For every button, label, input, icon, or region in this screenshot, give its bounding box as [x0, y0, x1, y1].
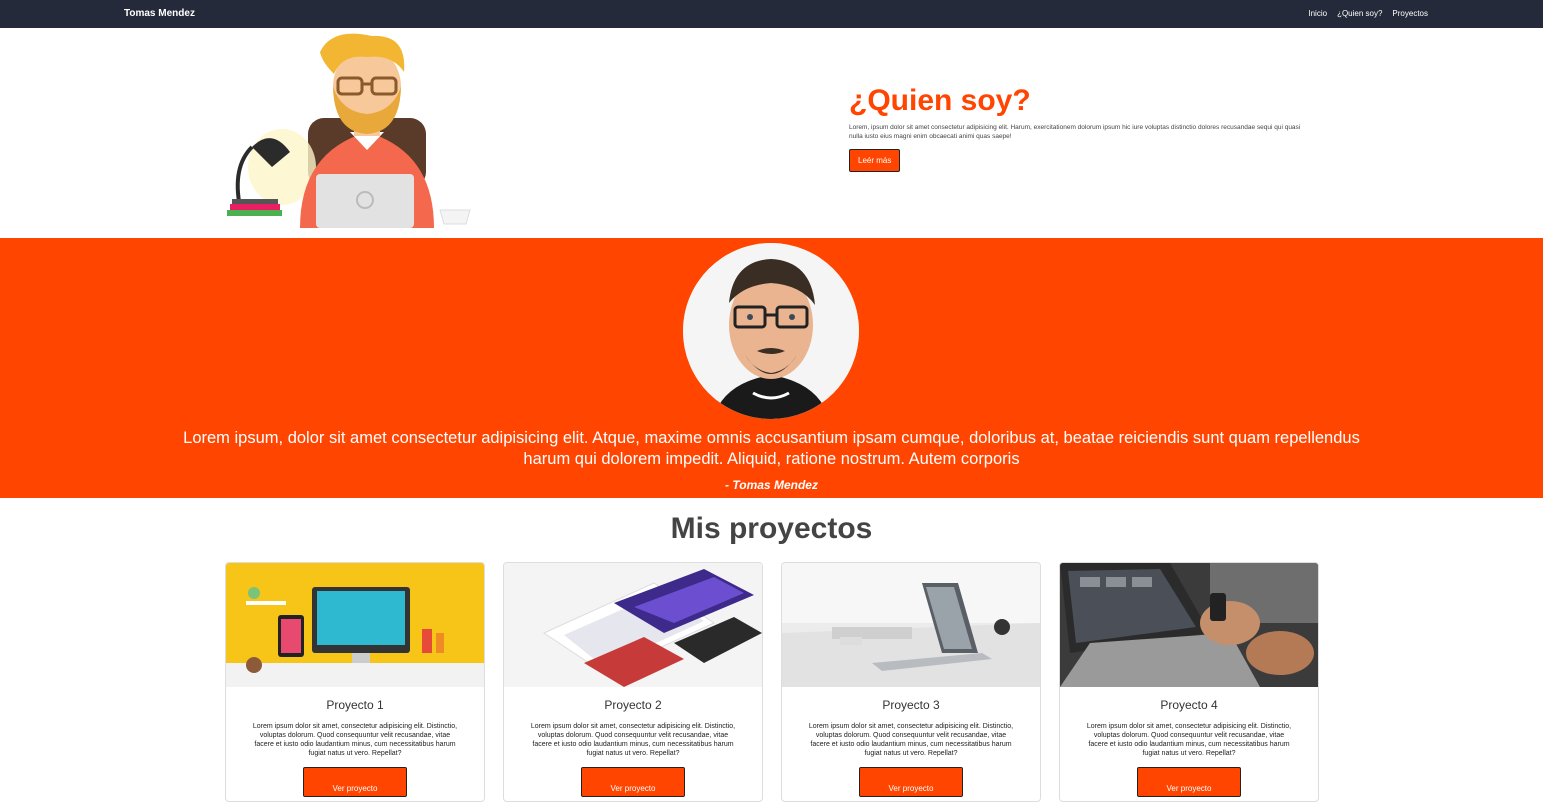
- avatar: [683, 243, 859, 419]
- about-description: Lorem, ipsum dolor sit amet consectetur …: [849, 124, 1301, 140]
- project-description: Lorem ipsum dolor sit amet, consectetur …: [252, 723, 458, 757]
- read-more-button[interactable]: Leér más: [849, 149, 901, 172]
- about-text: ¿Quien soy? Lorem, ipsum dolor sit amet …: [849, 83, 1319, 172]
- project-card: Proyecto 2 Lorem ipsum dolor sit amet, c…: [503, 562, 763, 802]
- project-image: [1060, 563, 1318, 687]
- quote-section: Lorem ipsum, dolor sit amet consectetur …: [0, 238, 1543, 498]
- about-section: ¿Quien soy? Lorem, ipsum dolor sit amet …: [0, 28, 1543, 238]
- view-project-button[interactable]: Ver proyecto: [859, 767, 963, 797]
- view-project-button[interactable]: Ver proyecto: [303, 767, 407, 797]
- projects-title: Mis proyectos: [670, 512, 873, 545]
- project-description: Lorem ipsum dolor sit amet, consectetur …: [530, 723, 736, 757]
- project-title: Proyecto 4: [1160, 698, 1218, 712]
- project-title: Proyecto 2: [604, 698, 662, 712]
- project-card: Proyecto 1 Lorem ipsum dolor sit amet, c…: [225, 562, 485, 802]
- nav-link-quien-soy[interactable]: ¿Quien soy?: [1337, 9, 1382, 18]
- nav-link-inicio[interactable]: Inicio: [1308, 9, 1327, 18]
- avatar-portrait: [683, 243, 859, 419]
- developer-illustration: [222, 32, 476, 228]
- navbar: Tomas Mendez Inicio ¿Quien soy? Proyecto…: [0, 0, 1543, 28]
- view-project-button[interactable]: Ver proyecto: [581, 767, 685, 797]
- quote-author: - Tomas Mendez: [725, 478, 818, 492]
- project-description: Lorem ipsum dolor sit amet, consectetur …: [808, 723, 1014, 757]
- brand-link[interactable]: Tomas Mendez: [124, 8, 195, 19]
- nav-link-proyectos[interactable]: Proyectos: [1392, 9, 1428, 18]
- project-title: Proyecto 3: [882, 698, 940, 712]
- project-card: Proyecto 4 Lorem ipsum dolor sit amet, c…: [1059, 562, 1319, 802]
- about-title: ¿Quien soy?: [849, 84, 1031, 117]
- project-title: Proyecto 1: [326, 698, 384, 712]
- project-description: Lorem ipsum dolor sit amet, consectetur …: [1086, 723, 1292, 757]
- view-project-button[interactable]: Ver proyecto: [1137, 767, 1241, 797]
- project-image: [504, 563, 762, 687]
- project-image: [782, 563, 1040, 687]
- project-cards: Proyecto 1 Lorem ipsum dolor sit amet, c…: [225, 562, 1319, 802]
- nav-links: Inicio ¿Quien soy? Proyectos: [1308, 9, 1428, 18]
- quote-text: Lorem ipsum, dolor sit amet consectetur …: [183, 429, 1360, 468]
- project-image: [226, 563, 484, 687]
- project-card: Proyecto 3 Lorem ipsum dolor sit amet, c…: [781, 562, 1041, 802]
